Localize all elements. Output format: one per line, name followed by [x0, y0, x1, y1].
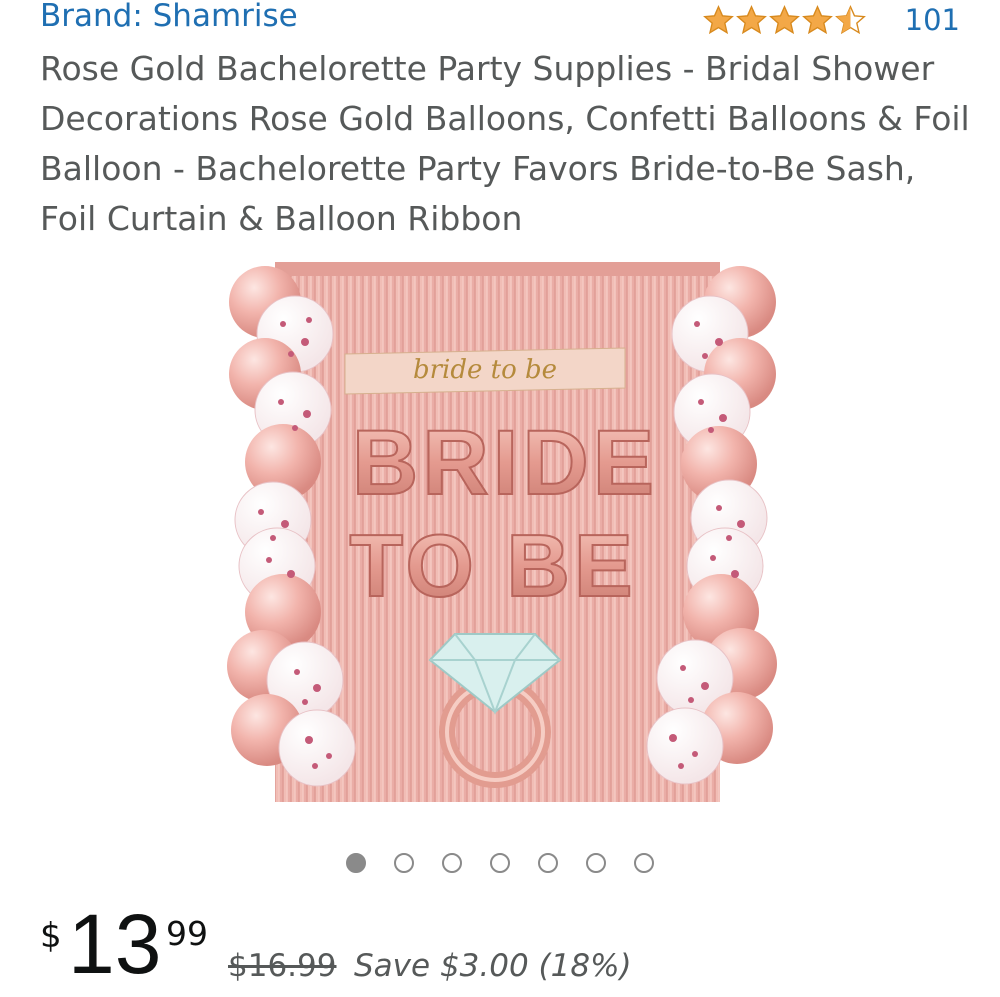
rating-summary[interactable]: 101 — [702, 0, 960, 40]
product-title: Rose Gold Bachelorette Party Supplies - … — [40, 49, 970, 238]
star-full-icon — [801, 4, 833, 34]
list-price: $16.99 — [228, 948, 337, 984]
product-image-illustration: bride to be BRIDE TO BE — [227, 262, 777, 802]
price-currency: $ — [40, 916, 62, 956]
star-half-icon — [834, 4, 866, 34]
carousel-dot[interactable] — [442, 853, 462, 873]
rating-count-link[interactable]: 101 — [905, 3, 960, 37]
star-full-icon — [735, 4, 767, 34]
brand-link[interactable]: Brand: Shamrise — [40, 0, 298, 34]
star-rating — [702, 4, 867, 37]
carousel-dot[interactable] — [394, 853, 414, 873]
carousel-dot[interactable] — [346, 853, 366, 873]
savings-text: Save $3.00 (18%) — [354, 948, 632, 984]
image-carousel-indicator — [0, 853, 1000, 881]
product-image[interactable]: bride to be BRIDE TO BE — [225, 262, 780, 802]
balloon-letters-bride: BRIDE — [352, 412, 658, 514]
carousel-dot[interactable] — [586, 853, 606, 873]
price-whole: 13 — [68, 897, 162, 991]
star-full-icon — [768, 4, 800, 34]
price-block: $ 13 99 $16.99 Save $3.00 (18%) — [40, 902, 980, 992]
carousel-dot[interactable] — [538, 853, 558, 873]
star-full-icon — [702, 4, 734, 34]
price-fraction: 99 — [166, 914, 208, 953]
sash-text: bride to be — [413, 355, 557, 385]
balloon-letters-to-be: TO BE — [349, 516, 636, 615]
carousel-dot[interactable] — [490, 853, 510, 873]
carousel-dot[interactable] — [634, 853, 654, 873]
